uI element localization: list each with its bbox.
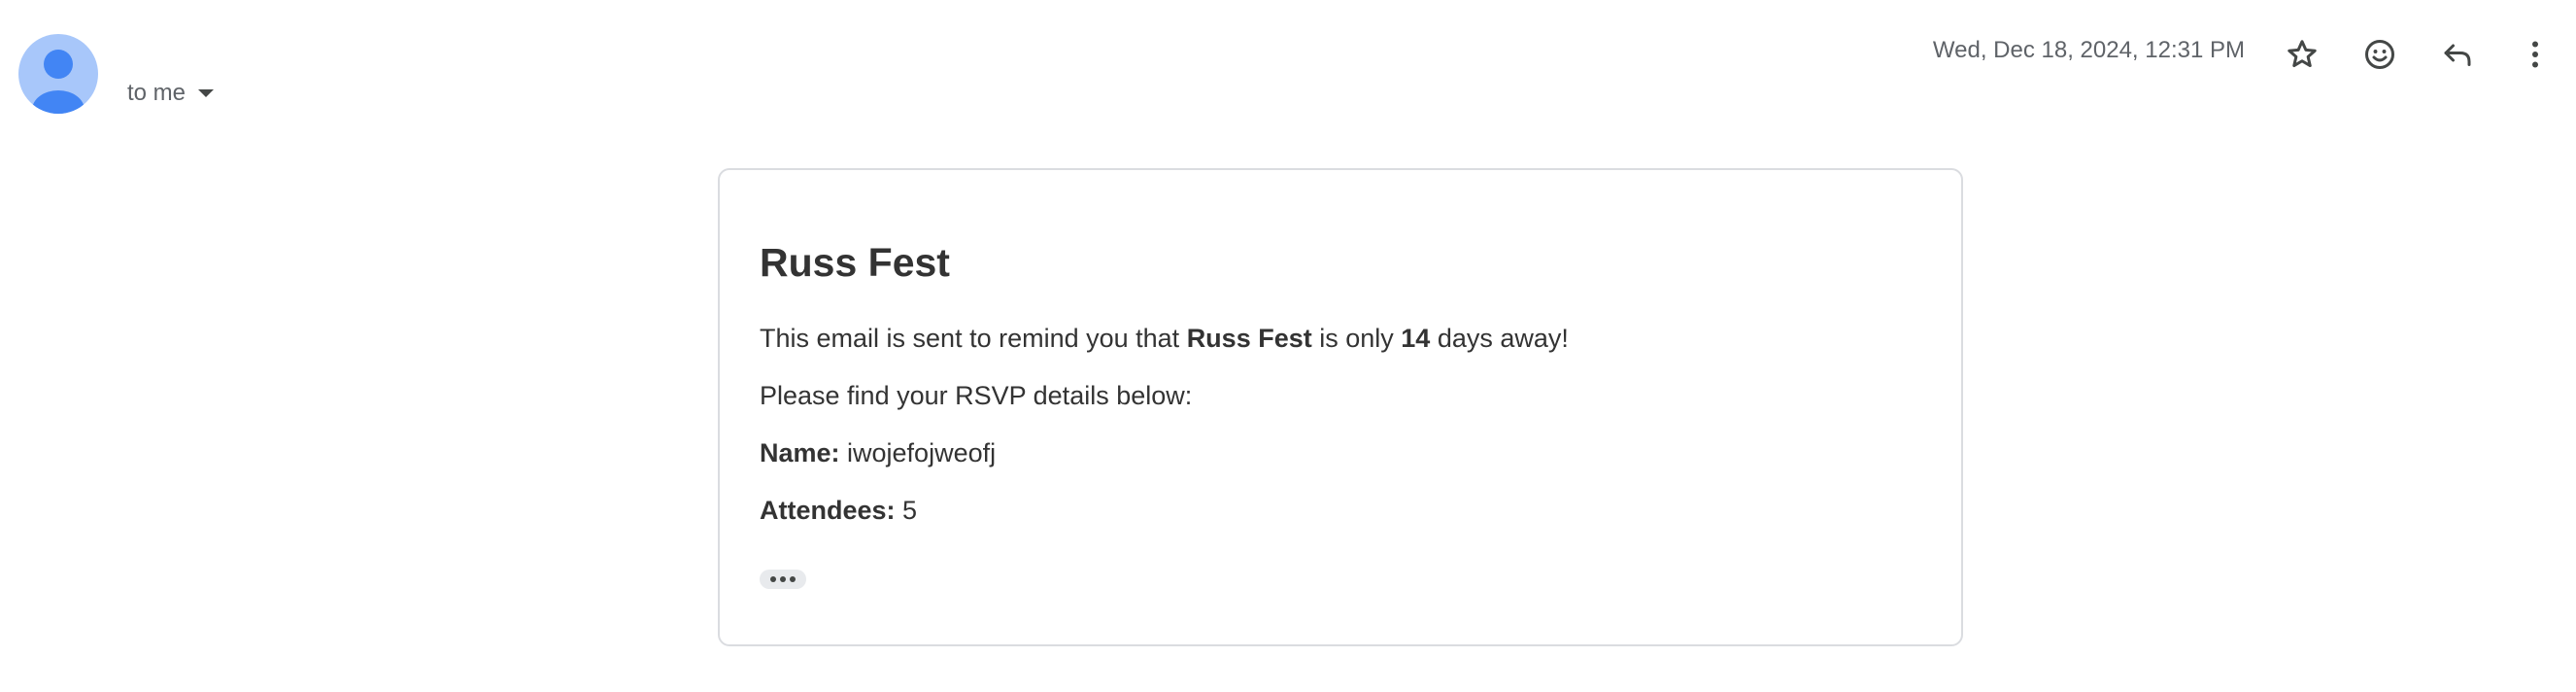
reply-icon: [2444, 44, 2471, 66]
star-button[interactable]: [2279, 31, 2325, 78]
name-label: Name:: [760, 438, 840, 467]
name-value: iwojefojweofj: [839, 438, 997, 467]
ellipsis-icon: [770, 576, 796, 582]
reminder-suffix: days away!: [1430, 324, 1569, 353]
reminder-middle: is only: [1311, 324, 1402, 353]
star-icon: [2288, 40, 2317, 68]
days-count: 14: [1401, 324, 1431, 353]
sender-avatar[interactable]: [18, 34, 98, 114]
rsvp-intro: Please find your RSVP details below:: [760, 381, 1193, 410]
recipient-details-toggle[interactable]: to me: [127, 78, 215, 109]
email-heading: Russ Fest: [760, 240, 950, 285]
email-body-card: Russ Fest This email is sent to remind y…: [718, 168, 1963, 646]
caret-down-icon: [197, 88, 215, 98]
reminder-text: This email is sent to remind you that Ru…: [760, 323, 1569, 356]
attendees-label: Attendees:: [760, 496, 896, 525]
reminder-prefix: This email is sent to remind you that: [760, 324, 1187, 353]
attendees-value: 5: [895, 496, 918, 525]
default-person-avatar-icon: [32, 50, 85, 114]
more-options-button[interactable]: [2512, 31, 2559, 78]
add-reaction-button[interactable]: [2356, 31, 2403, 78]
more-vertical-icon: [2532, 41, 2538, 68]
rsvp-name-row: Name: iwojefojweofj: [760, 437, 996, 470]
event-name: Russ Fest: [1186, 324, 1312, 353]
emoji-reaction-icon: [2365, 40, 2394, 69]
email-date: Wed, Dec 18, 2024, 12:31 PM: [1932, 37, 2245, 63]
rsvp-attendees-row: Attendees: 5: [760, 495, 917, 528]
recipient-label: to me: [127, 80, 186, 106]
reply-button[interactable]: [2434, 31, 2481, 78]
show-trimmed-content-button[interactable]: [760, 570, 806, 589]
